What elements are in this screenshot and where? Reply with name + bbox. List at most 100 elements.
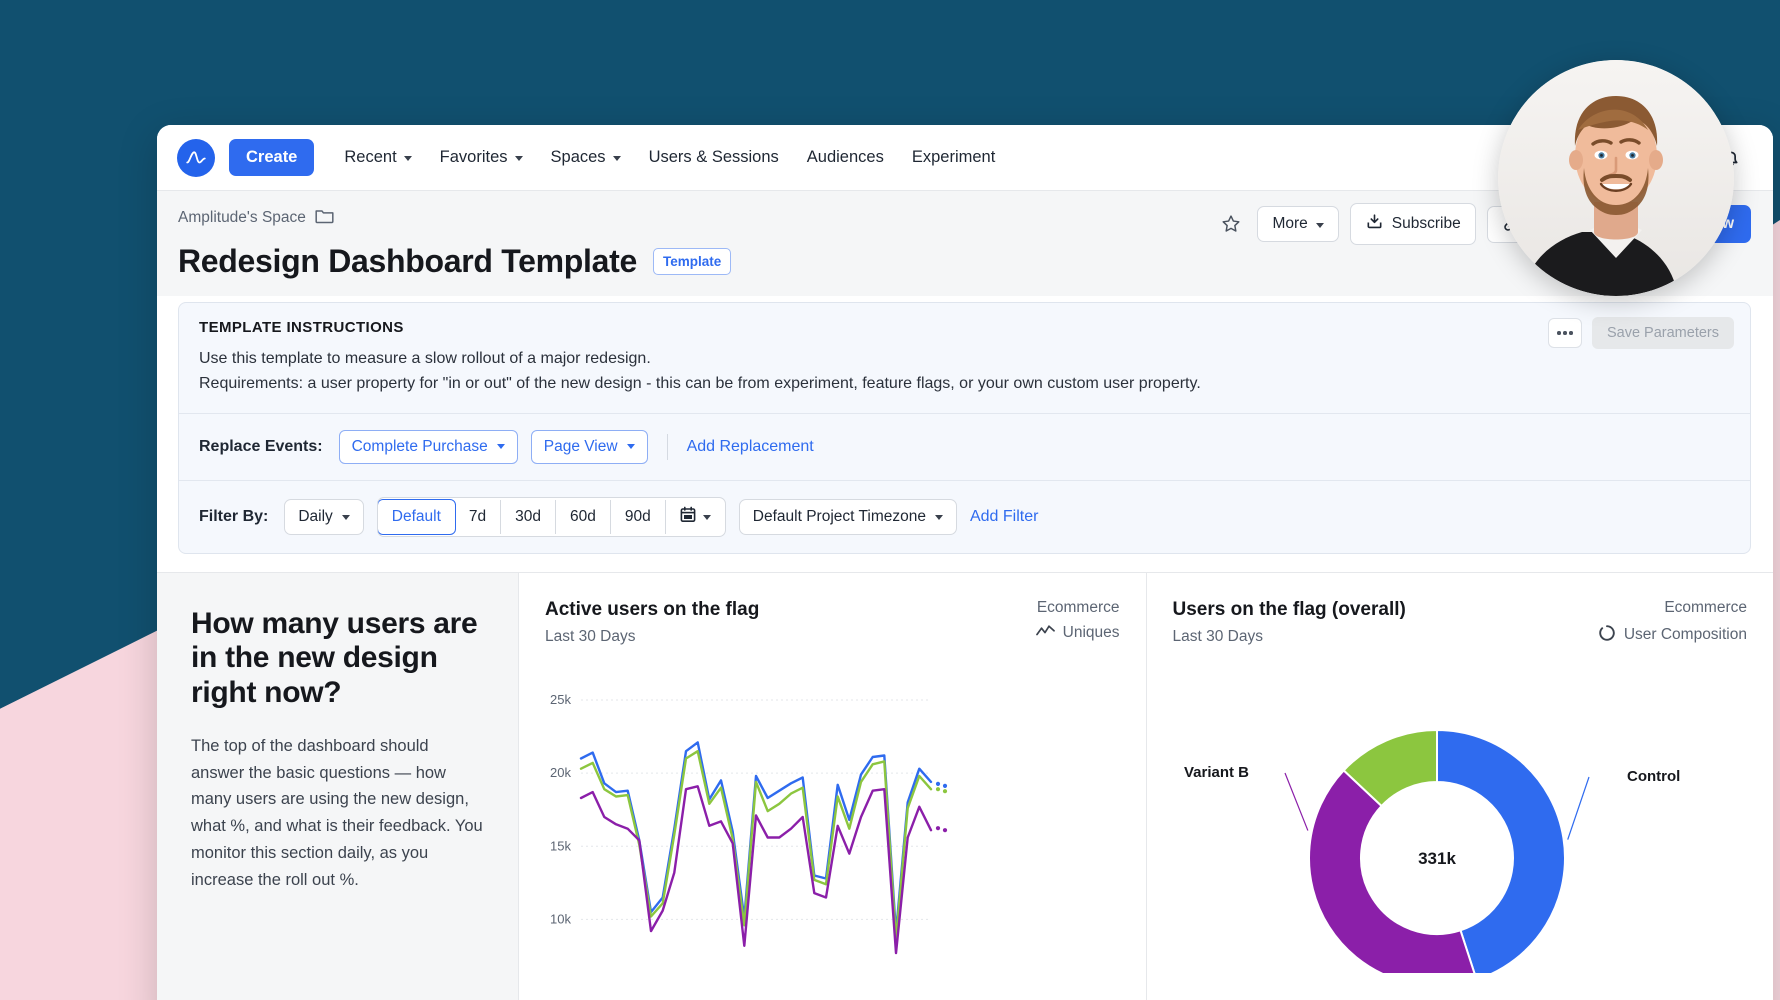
instructions-heading: TEMPLATE INSTRUCTIONS [199, 319, 1730, 336]
series-projection-dot [943, 783, 947, 787]
range-option-default[interactable]: Default [377, 499, 456, 535]
chart-subtitle: Last 30 Days [545, 628, 759, 646]
divider [667, 434, 668, 460]
y-axis-tick-label: 25k [550, 692, 571, 707]
series-projection-dot [943, 828, 947, 832]
granularity-value: Daily [298, 508, 332, 526]
chevron-down-icon [497, 444, 505, 449]
calendar-icon [680, 506, 696, 528]
instructions-line-2: Requirements: a user property for "in or… [199, 372, 1730, 397]
narrative-column: How many users are in the new design rig… [157, 573, 519, 1000]
nav-item-label: Experiment [912, 148, 995, 167]
nav-item-recent[interactable]: Recent [330, 140, 425, 175]
amplitude-logo-icon[interactable] [177, 139, 215, 177]
save-parameters-button[interactable]: Save Parameters [1592, 317, 1734, 349]
folder-icon [315, 207, 334, 229]
narrative-body: The top of the dashboard should answer t… [191, 733, 484, 893]
add-filter-link[interactable]: Add Filter [970, 508, 1038, 526]
replace-events-row: Replace Events: Complete Purchase Page V… [179, 413, 1750, 480]
y-axis-tick-label: 10k [550, 911, 571, 926]
range-option-90d[interactable]: 90d [611, 500, 666, 534]
nav-item-label: Audiences [807, 148, 884, 167]
donut-callout-line [1567, 777, 1588, 840]
range-option-30d[interactable]: 30d [501, 500, 556, 534]
chevron-down-icon [703, 515, 711, 520]
instructions-tools: Save Parameters [1548, 317, 1734, 349]
chevron-down-icon [515, 156, 523, 161]
chevron-down-icon [404, 156, 412, 161]
granularity-select[interactable]: Daily [284, 499, 363, 535]
filter-by-label: Filter By: [199, 508, 268, 526]
chart-project-label: Ecommerce [1036, 599, 1120, 617]
replace-event-value-1: Complete Purchase [352, 438, 488, 456]
calendar-picker-button[interactable] [666, 498, 725, 536]
y-axis-tick-label: 15k [550, 838, 571, 853]
chart-card-active-users[interactable]: Active users on the flag Last 30 Days Ec… [519, 573, 1147, 1000]
nav-item-experiment[interactable]: Experiment [898, 140, 1009, 175]
series-projection-dot [943, 789, 947, 793]
chart-body-donut: 331kControlVariant B [1147, 647, 1774, 978]
series-projection-dot [936, 787, 940, 791]
add-replacement-link[interactable]: Add Replacement [687, 438, 814, 456]
nav-item-label: Recent [344, 148, 396, 167]
more-label: More [1272, 215, 1307, 233]
y-axis-tick-label: 20k [550, 765, 571, 780]
nav-item-favorites[interactable]: Favorites [426, 140, 537, 175]
nav-item-spaces[interactable]: Spaces [537, 140, 635, 175]
chart-header: Users on the flag (overall) Last 30 Days… [1147, 573, 1774, 647]
chart-type-label: User Composition [1624, 626, 1747, 644]
replace-event-select-1[interactable]: Complete Purchase [339, 430, 518, 464]
line-chart-icon [1036, 624, 1055, 643]
series-projection-dot [936, 781, 940, 785]
chevron-down-icon [627, 444, 635, 449]
narrative-heading: How many users are in the new design rig… [191, 607, 484, 711]
title-row: Redesign Dashboard Template Template [178, 243, 1751, 280]
timezone-select[interactable]: Default Project Timezone [739, 499, 957, 535]
chart-title: Users on the flag (overall) [1173, 599, 1406, 621]
template-instructions-panel: TEMPLATE INSTRUCTIONS Use this template … [178, 302, 1751, 554]
chart-type-label: Uniques [1063, 624, 1120, 642]
nav-item-label: Users & Sessions [649, 148, 779, 167]
subscribe-button[interactable]: Subscribe [1350, 203, 1476, 245]
chart-header: Active users on the flag Last 30 Days Ec… [519, 573, 1146, 646]
donut-slice [1309, 770, 1477, 973]
breadcrumb-label: Amplitude's Space [178, 209, 306, 227]
create-button[interactable]: Create [229, 139, 314, 176]
star-icon[interactable] [1216, 209, 1246, 239]
donut-slice-label: Control [1627, 768, 1680, 785]
chevron-down-icon [342, 515, 350, 520]
replace-event-value-2: Page View [544, 438, 618, 456]
more-button[interactable]: More [1257, 206, 1338, 242]
instructions-line-1: Use this template to measure a slow roll… [199, 347, 1730, 372]
chart-header-left: Active users on the flag Last 30 Days [545, 599, 759, 646]
nav-item-audiences[interactable]: Audiences [793, 140, 898, 175]
filter-by-row: Filter By: Daily Default 7d 30d 60d 90d [179, 480, 1750, 553]
timezone-value: Default Project Timezone [753, 508, 926, 526]
template-badge: Template [653, 248, 731, 275]
kebab-icon[interactable] [1548, 318, 1582, 348]
dashboard-grid: How many users are in the new design rig… [157, 572, 1773, 1000]
chart-header-right: Ecommerce Uniques [1036, 599, 1120, 646]
nav-item-label: Favorites [440, 148, 508, 167]
chevron-down-icon [613, 156, 621, 161]
nav-item-users-and-sessions[interactable]: Users & Sessions [635, 140, 793, 175]
replace-events-label: Replace Events: [199, 438, 323, 456]
replace-event-select-2[interactable]: Page View [531, 430, 648, 464]
chart-card-users-overall[interactable]: Users on the flag (overall) Last 30 Days… [1147, 573, 1774, 1000]
date-range-group: Default 7d 30d 60d 90d [377, 497, 726, 537]
subscribe-label: Subscribe [1392, 215, 1461, 233]
line-series [581, 742, 931, 932]
range-option-60d[interactable]: 60d [556, 500, 611, 534]
nav-item-label: Spaces [551, 148, 606, 167]
donut-chart-icon [1598, 624, 1616, 647]
range-option-7d[interactable]: 7d [455, 500, 501, 534]
chart-title: Active users on the flag [545, 599, 759, 621]
chart-header-right: Ecommerce User Composition [1598, 599, 1747, 647]
series-projection-dot [936, 826, 940, 830]
donut-chart: 331kControlVariant B [1157, 653, 1717, 973]
chart-header-left: Users on the flag (overall) Last 30 Days [1173, 599, 1406, 647]
chart-subtitle: Last 30 Days [1173, 628, 1406, 646]
avatar [1498, 60, 1734, 296]
instructions-text-block: TEMPLATE INSTRUCTIONS Use this template … [179, 303, 1750, 413]
chevron-down-icon [1316, 223, 1324, 228]
